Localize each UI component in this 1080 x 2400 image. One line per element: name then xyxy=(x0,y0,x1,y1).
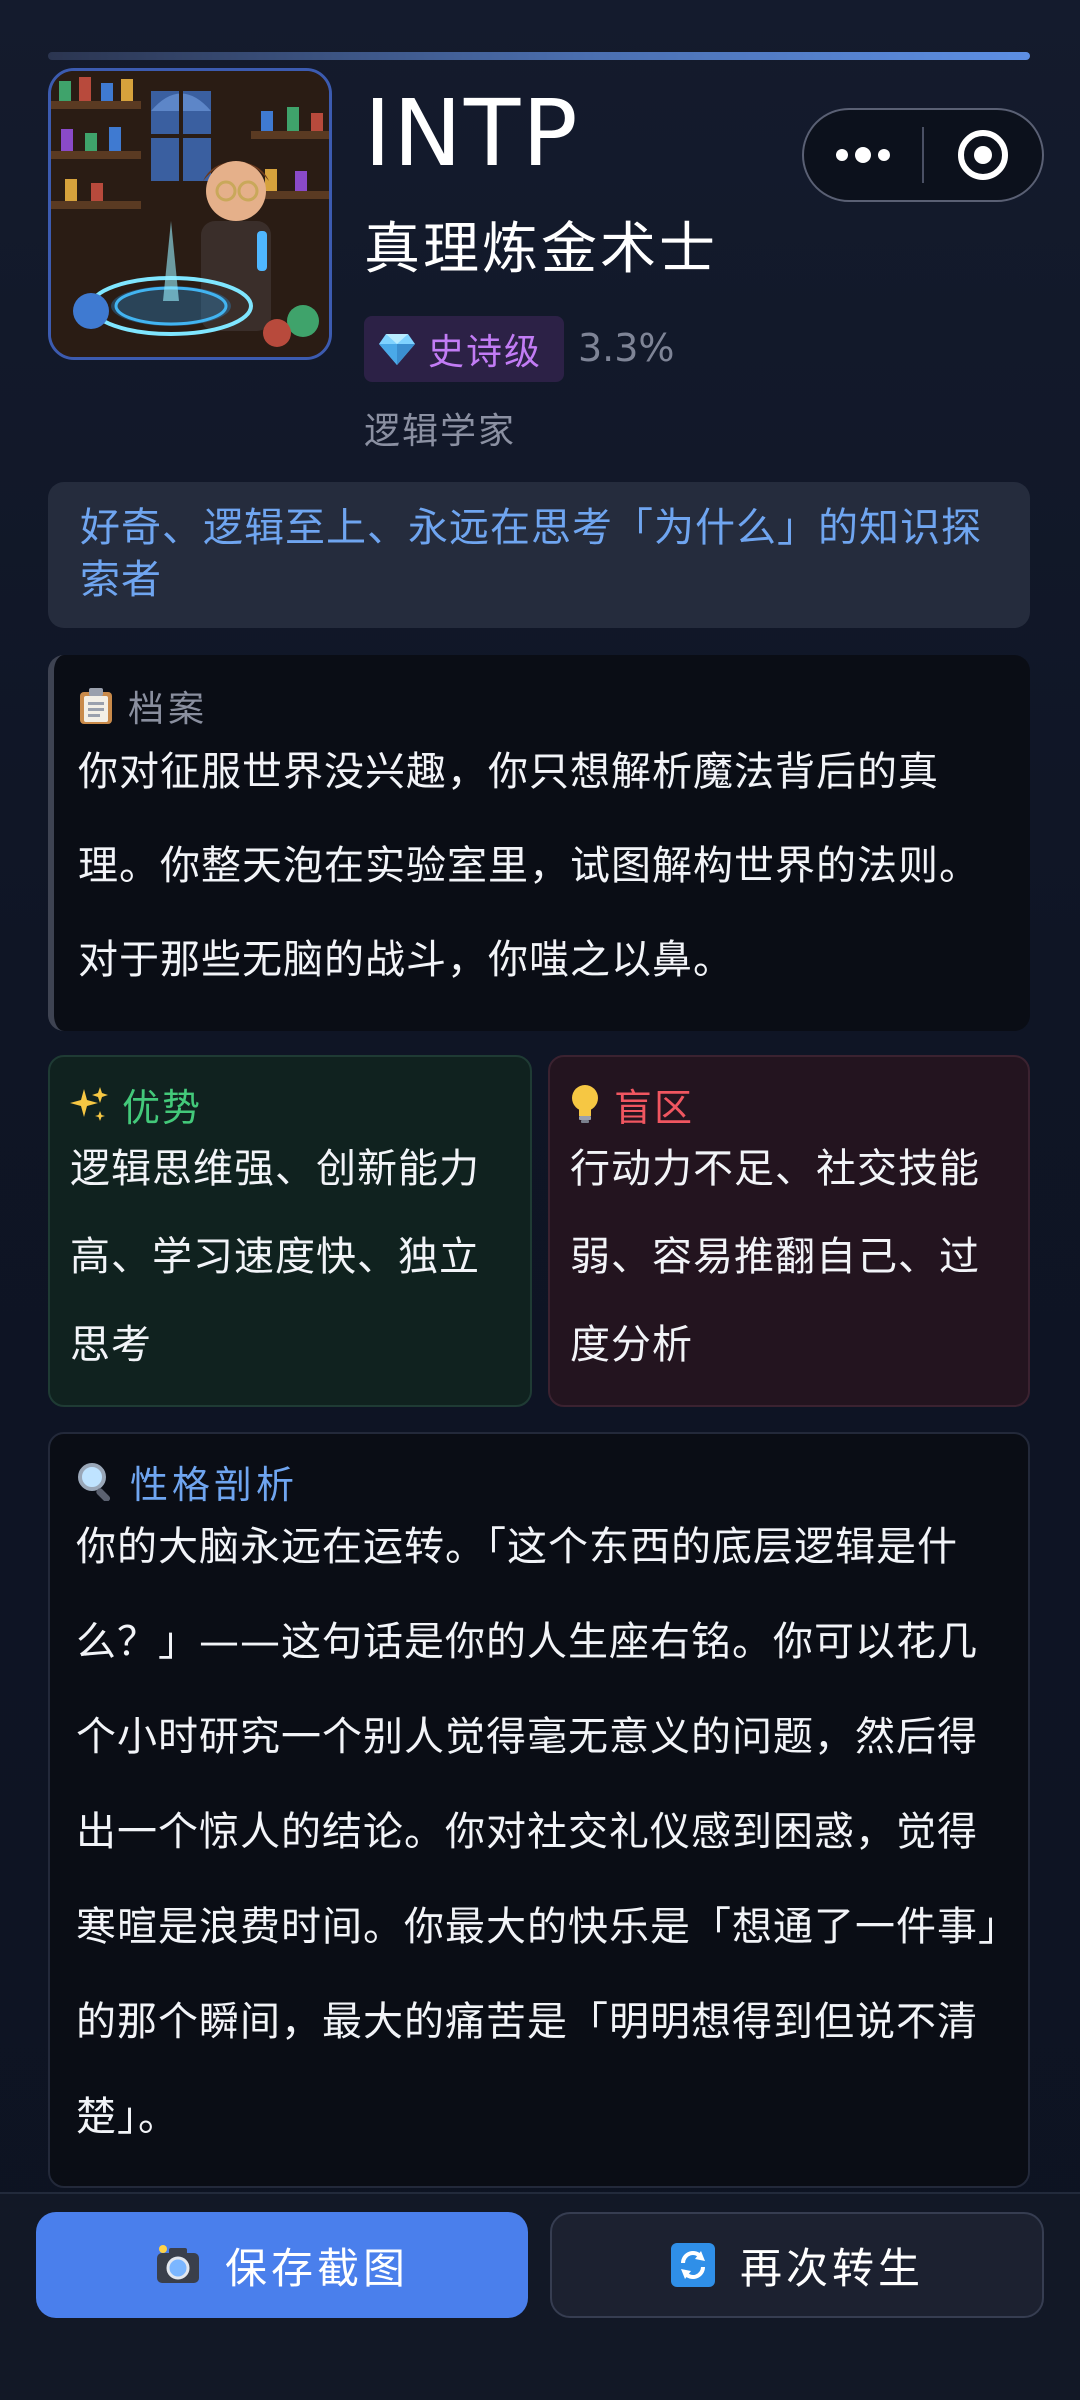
lightbulb-icon xyxy=(572,1085,598,1123)
miniprogram-capsule xyxy=(802,108,1044,202)
magnifier-icon xyxy=(78,1463,111,1501)
sparkles-icon xyxy=(70,1087,108,1121)
type-title: 真理炼金术士 xyxy=(364,217,718,282)
type-code: INTP xyxy=(364,80,580,187)
target-icon[interactable] xyxy=(924,110,1042,200)
analysis-card: 性格剖析 你的大脑永远在运转。「这个东西的底层逻辑是什么？」——这句话是你的人生… xyxy=(48,1432,1030,2188)
dossier-text: 你对征服世界没兴趣，你只想解析魔法背后的真理。你整天泡在实验室里，试图解构世界的… xyxy=(78,749,980,983)
tagline-box: 好奇、逻辑至上、永远在思考「为什么」的知识探索者 xyxy=(48,482,1030,628)
strengths-label: 优势 xyxy=(122,1085,203,1130)
blindspots-text: 行动力不足、社交技能弱、容易推翻自己、过度分析 xyxy=(570,1146,980,1368)
clipboard-icon xyxy=(80,688,112,724)
camera-icon xyxy=(155,2242,201,2288)
strengths-text: 逻辑思维强、创新能力高、学习速度快、独立思考 xyxy=(70,1146,480,1368)
blindspots-label: 盲区 xyxy=(614,1085,695,1130)
result-page: INTP 真理炼金术士 史诗级 3.3% 逻辑学家 好奇、逻辑至上、永远在思考「… xyxy=(0,0,1080,2400)
refresh-icon xyxy=(670,2242,716,2288)
reborn-button-label: 再次转生 xyxy=(739,2243,924,2293)
rarity-percent: 3.3% xyxy=(578,326,675,370)
save-screenshot-button[interactable]: 保存截图 xyxy=(36,2212,528,2318)
rarity-badge: 史诗级 xyxy=(364,316,564,382)
role-subtitle: 逻辑学家 xyxy=(364,411,517,452)
strengths-card: 优势 逻辑思维强、创新能力高、学习速度快、独立思考 xyxy=(48,1055,532,1407)
more-dots-icon[interactable] xyxy=(804,110,922,200)
reborn-button[interactable]: 再次转生 xyxy=(550,2212,1044,2318)
top-accent-bar xyxy=(48,52,1030,60)
dossier-card: 档案 你对征服世界没兴趣，你只想解析魔法背后的真理。你整天泡在实验室里，试图解构… xyxy=(48,655,1030,1031)
diamond-icon xyxy=(379,334,415,365)
character-avatar xyxy=(48,68,332,360)
analysis-text: 你的大脑永远在运转。「这个东西的底层逻辑是什么？」——这句话是你的人生座右铭。你… xyxy=(76,1524,999,2140)
rarity-label: 史诗级 xyxy=(428,332,543,373)
alchemist-illustration xyxy=(51,71,329,357)
save-button-label: 保存截图 xyxy=(224,2243,409,2293)
blindspots-card: 盲区 行动力不足、社交技能弱、容易推翻自己、过度分析 xyxy=(548,1055,1030,1407)
